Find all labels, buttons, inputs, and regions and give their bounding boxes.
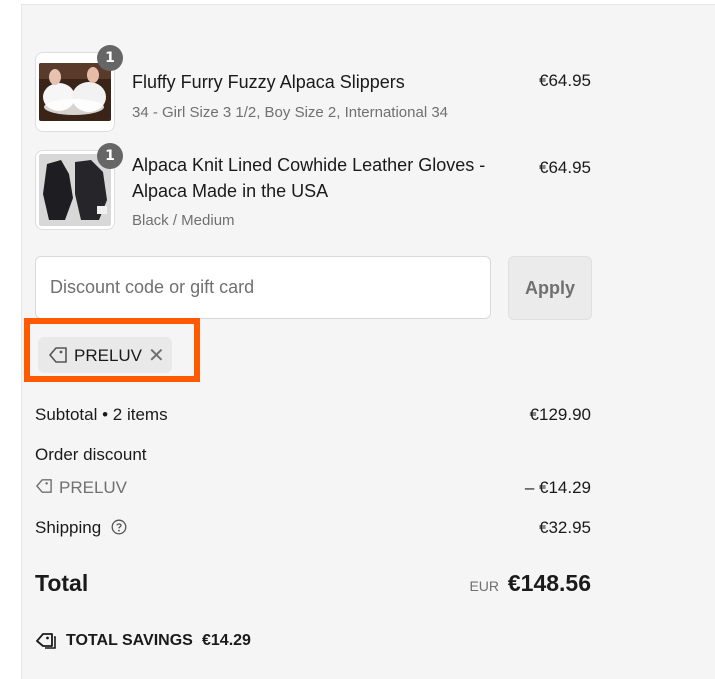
- discount-code-input[interactable]: Discount code or gift card: [35, 256, 491, 319]
- product-thumbnail-gloves: 1: [35, 143, 123, 230]
- item-variant: Black / Medium: [132, 212, 235, 229]
- product-thumbnail-slippers: 1: [35, 45, 123, 132]
- savings-label: TOTAL SAVINGS: [66, 632, 193, 649]
- highlight-box: [24, 318, 200, 382]
- slippers-image: [39, 63, 111, 121]
- item-price: €64.95: [539, 71, 591, 90]
- item-title: Fluffy Furry Fuzzy Alpaca Slippers: [132, 72, 405, 92]
- order-discount-label: Order discount: [35, 445, 147, 464]
- line-item: 1 Fluffy Furry Fuzzy Alpaca Slippers 34 …: [35, 45, 591, 132]
- discount-value: – €14.29: [524, 478, 591, 497]
- quantity-badge: 1: [97, 143, 123, 169]
- savings-value: €14.29: [202, 632, 251, 649]
- apply-button[interactable]: Apply: [508, 256, 592, 320]
- order-summary-panel: 1 Fluffy Furry Fuzzy Alpaca Slippers 34 …: [21, 4, 715, 679]
- shipping-value: €32.95: [539, 518, 591, 537]
- discount-code-label: PRELUV: [59, 478, 128, 497]
- question-circle-icon[interactable]: [111, 519, 127, 540]
- discount-placeholder: Discount code or gift card: [50, 277, 255, 297]
- item-title: Alpaca Knit Lined Cowhide Leather Gloves…: [132, 155, 486, 201]
- item-price: €64.95: [539, 158, 591, 177]
- total-row: Total EUR €148.56: [35, 570, 591, 602]
- line-item: 1 Alpaca Knit Lined Cowhide Leather Glov…: [35, 143, 591, 230]
- tags-icon: [35, 631, 57, 656]
- subtotal-value: €129.90: [529, 405, 591, 424]
- currency-code: EUR: [469, 578, 499, 594]
- shipping-label: Shipping: [35, 518, 102, 537]
- total-amount: €148.56: [507, 570, 591, 596]
- item-variant: 34 - Girl Size 3 1/2, Boy Size 2, Intern…: [132, 104, 449, 121]
- subtotal-label: Subtotal • 2 items: [35, 405, 168, 424]
- quantity-badge: 1: [97, 45, 123, 71]
- tag-icon: [35, 478, 53, 499]
- total-label: Total: [35, 570, 89, 596]
